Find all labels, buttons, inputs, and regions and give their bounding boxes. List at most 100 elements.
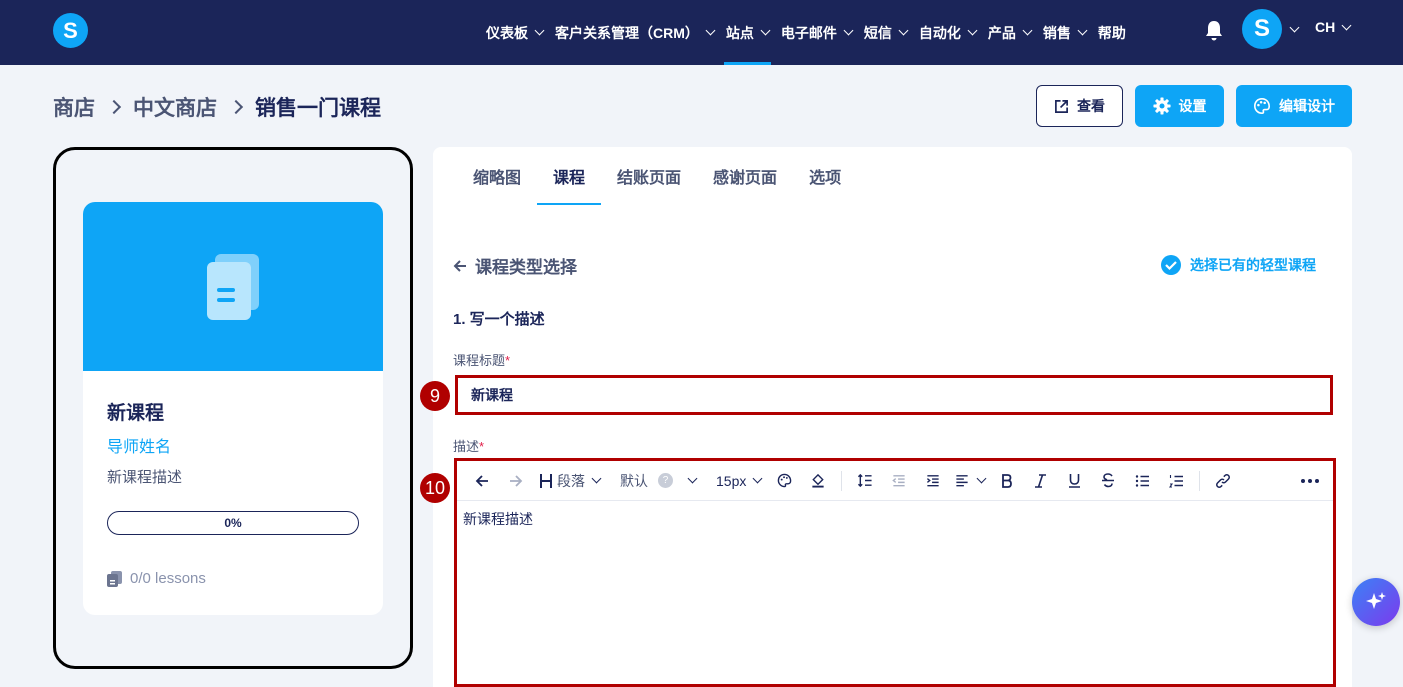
course-title-input[interactable] (458, 378, 1330, 412)
settings-button[interactable]: 设置 (1135, 85, 1224, 127)
more-options-button[interactable] (1293, 467, 1327, 495)
top-navbar: S 仪表板 客户关系管理（CRM） 站点 电子邮件 短信 自动化 产品 销售 帮… (0, 0, 1403, 65)
view-button[interactable]: 查看 (1036, 85, 1123, 127)
toolbar-divider (1199, 470, 1201, 491)
text-color-button[interactable] (767, 467, 801, 495)
underline-button[interactable] (1057, 467, 1091, 495)
redo-button[interactable] (499, 467, 533, 495)
nav-help[interactable]: 帮助 (1092, 0, 1132, 65)
tab-thank-you[interactable]: 感谢页面 (697, 147, 793, 205)
document-icon (207, 253, 259, 320)
user-avatar[interactable]: S (1242, 9, 1282, 49)
numbered-list-icon (1168, 474, 1183, 488)
nav-label: 短信 (863, 24, 892, 41)
editor-toolbar: 段落 默认 ? 15px (457, 461, 1333, 501)
highlight-color-button[interactable] (801, 467, 835, 495)
nav-automation[interactable]: 自动化 (913, 0, 982, 65)
edit-design-button-label: 编辑设计 (1279, 98, 1335, 114)
indent-button[interactable] (916, 467, 950, 495)
bold-icon (1001, 473, 1012, 488)
description-label-text: 描述 (453, 439, 480, 454)
font-select[interactable]: 默认 ? (606, 467, 702, 495)
nav-products[interactable]: 产品 (982, 0, 1037, 65)
indent-icon (927, 475, 939, 487)
select-existing-course[interactable]: 选择已有的轻型课程 (1160, 254, 1316, 276)
check-circle-icon (1161, 255, 1181, 275)
chevron-down-icon (534, 25, 545, 36)
chevron-down-icon[interactable] (1289, 22, 1300, 33)
nav-label: 仪表板 (486, 24, 528, 41)
italic-button[interactable] (1023, 467, 1057, 495)
font-size-select[interactable]: 15px (702, 467, 767, 495)
settings-button-label: 设置 (1178, 98, 1207, 114)
numbered-list-button[interactable] (1159, 467, 1193, 495)
bullet-list-button[interactable] (1125, 467, 1159, 495)
link-button[interactable] (1206, 467, 1240, 495)
paragraph-select[interactable]: 段落 (533, 467, 606, 495)
description-editor: 段落 默认 ? 15px 新课程描述 (454, 458, 1336, 687)
chevron-down-icon (760, 25, 771, 36)
ai-assistant-button[interactable] (1352, 578, 1400, 626)
palette-icon (1253, 97, 1271, 115)
help-icon: ? (658, 473, 673, 488)
nav-sites[interactable]: 站点 (720, 0, 775, 65)
edit-design-button[interactable]: 编辑设计 (1236, 85, 1352, 127)
outdent-button[interactable] (882, 467, 916, 495)
undo-icon (475, 474, 488, 487)
tab-options[interactable]: 选项 (793, 147, 857, 205)
section-title: 1. 写一个描述 (453, 311, 545, 328)
annotation-badge-9: 9 (420, 381, 450, 411)
paragraph-label: 段落 (557, 472, 585, 489)
tab-course[interactable]: 课程 (537, 147, 602, 205)
chevron-down-icon (1077, 25, 1088, 36)
nav-sms[interactable]: 短信 (858, 0, 913, 65)
strikethrough-button[interactable] (1091, 467, 1125, 495)
external-link-icon (1055, 99, 1068, 113)
breadcrumb-chinese-store[interactable]: 中文商店 (133, 92, 217, 122)
chevron-down-icon (898, 25, 909, 36)
gear-icon (1152, 97, 1171, 115)
tab-thumbnail[interactable]: 缩略图 (457, 147, 537, 205)
breadcrumb-current: 销售一门课程 (255, 97, 381, 120)
nav-label: 产品 (987, 24, 1016, 41)
nav-dashboard[interactable]: 仪表板 (480, 0, 549, 65)
language-switcher[interactable]: CH (1315, 19, 1352, 35)
nav-label: 自动化 (918, 24, 961, 41)
align-select[interactable] (950, 467, 989, 495)
undo-button[interactable] (465, 467, 499, 495)
main-nav: 仪表板 客户关系管理（CRM） 站点 电子邮件 短信 自动化 产品 销售 帮助 (480, 0, 1132, 65)
tab-checkout[interactable]: 结账页面 (601, 147, 697, 205)
chevron-down-icon (967, 25, 978, 36)
breadcrumb-store[interactable]: 商店 (53, 92, 95, 122)
language-label: CH (1315, 19, 1336, 35)
view-button-label: 查看 (1077, 98, 1105, 114)
bold-button[interactable] (989, 467, 1023, 495)
chevron-down-icon (1022, 25, 1033, 36)
line-height-button[interactable] (848, 467, 882, 495)
chevron-right-icon (106, 99, 122, 115)
bell-icon[interactable] (1204, 19, 1224, 41)
heading-icon (540, 473, 552, 488)
editor-content[interactable]: 新课程描述 (457, 501, 1333, 537)
back-label: 课程类型选择 (475, 258, 577, 277)
arrow-left-icon (453, 259, 466, 272)
strikethrough-icon (1102, 473, 1115, 488)
line-height-icon (858, 473, 872, 488)
nav-sales[interactable]: 销售 (1037, 0, 1092, 65)
bullet-list-icon (1135, 474, 1149, 487)
required-mark: * (479, 439, 485, 454)
description-label: 描述* (453, 436, 484, 455)
fill-bucket-icon (812, 473, 825, 488)
annotation-badge-10: 10 (420, 473, 450, 503)
course-title-label: 课程标题* (453, 350, 510, 369)
nav-crm[interactable]: 客户关系管理（CRM） (549, 0, 720, 65)
back-to-course-type[interactable]: 课程类型选择 (453, 253, 577, 278)
chevron-right-icon (228, 99, 244, 115)
preview-course-title: 新课程 (107, 403, 165, 424)
nav-email[interactable]: 电子邮件 (775, 0, 858, 65)
redo-icon (510, 474, 523, 487)
app-logo[interactable]: S (53, 13, 88, 48)
course-thumbnail (83, 202, 383, 371)
progress-label: 0% (224, 516, 242, 530)
course-title-highlight (455, 375, 1333, 415)
